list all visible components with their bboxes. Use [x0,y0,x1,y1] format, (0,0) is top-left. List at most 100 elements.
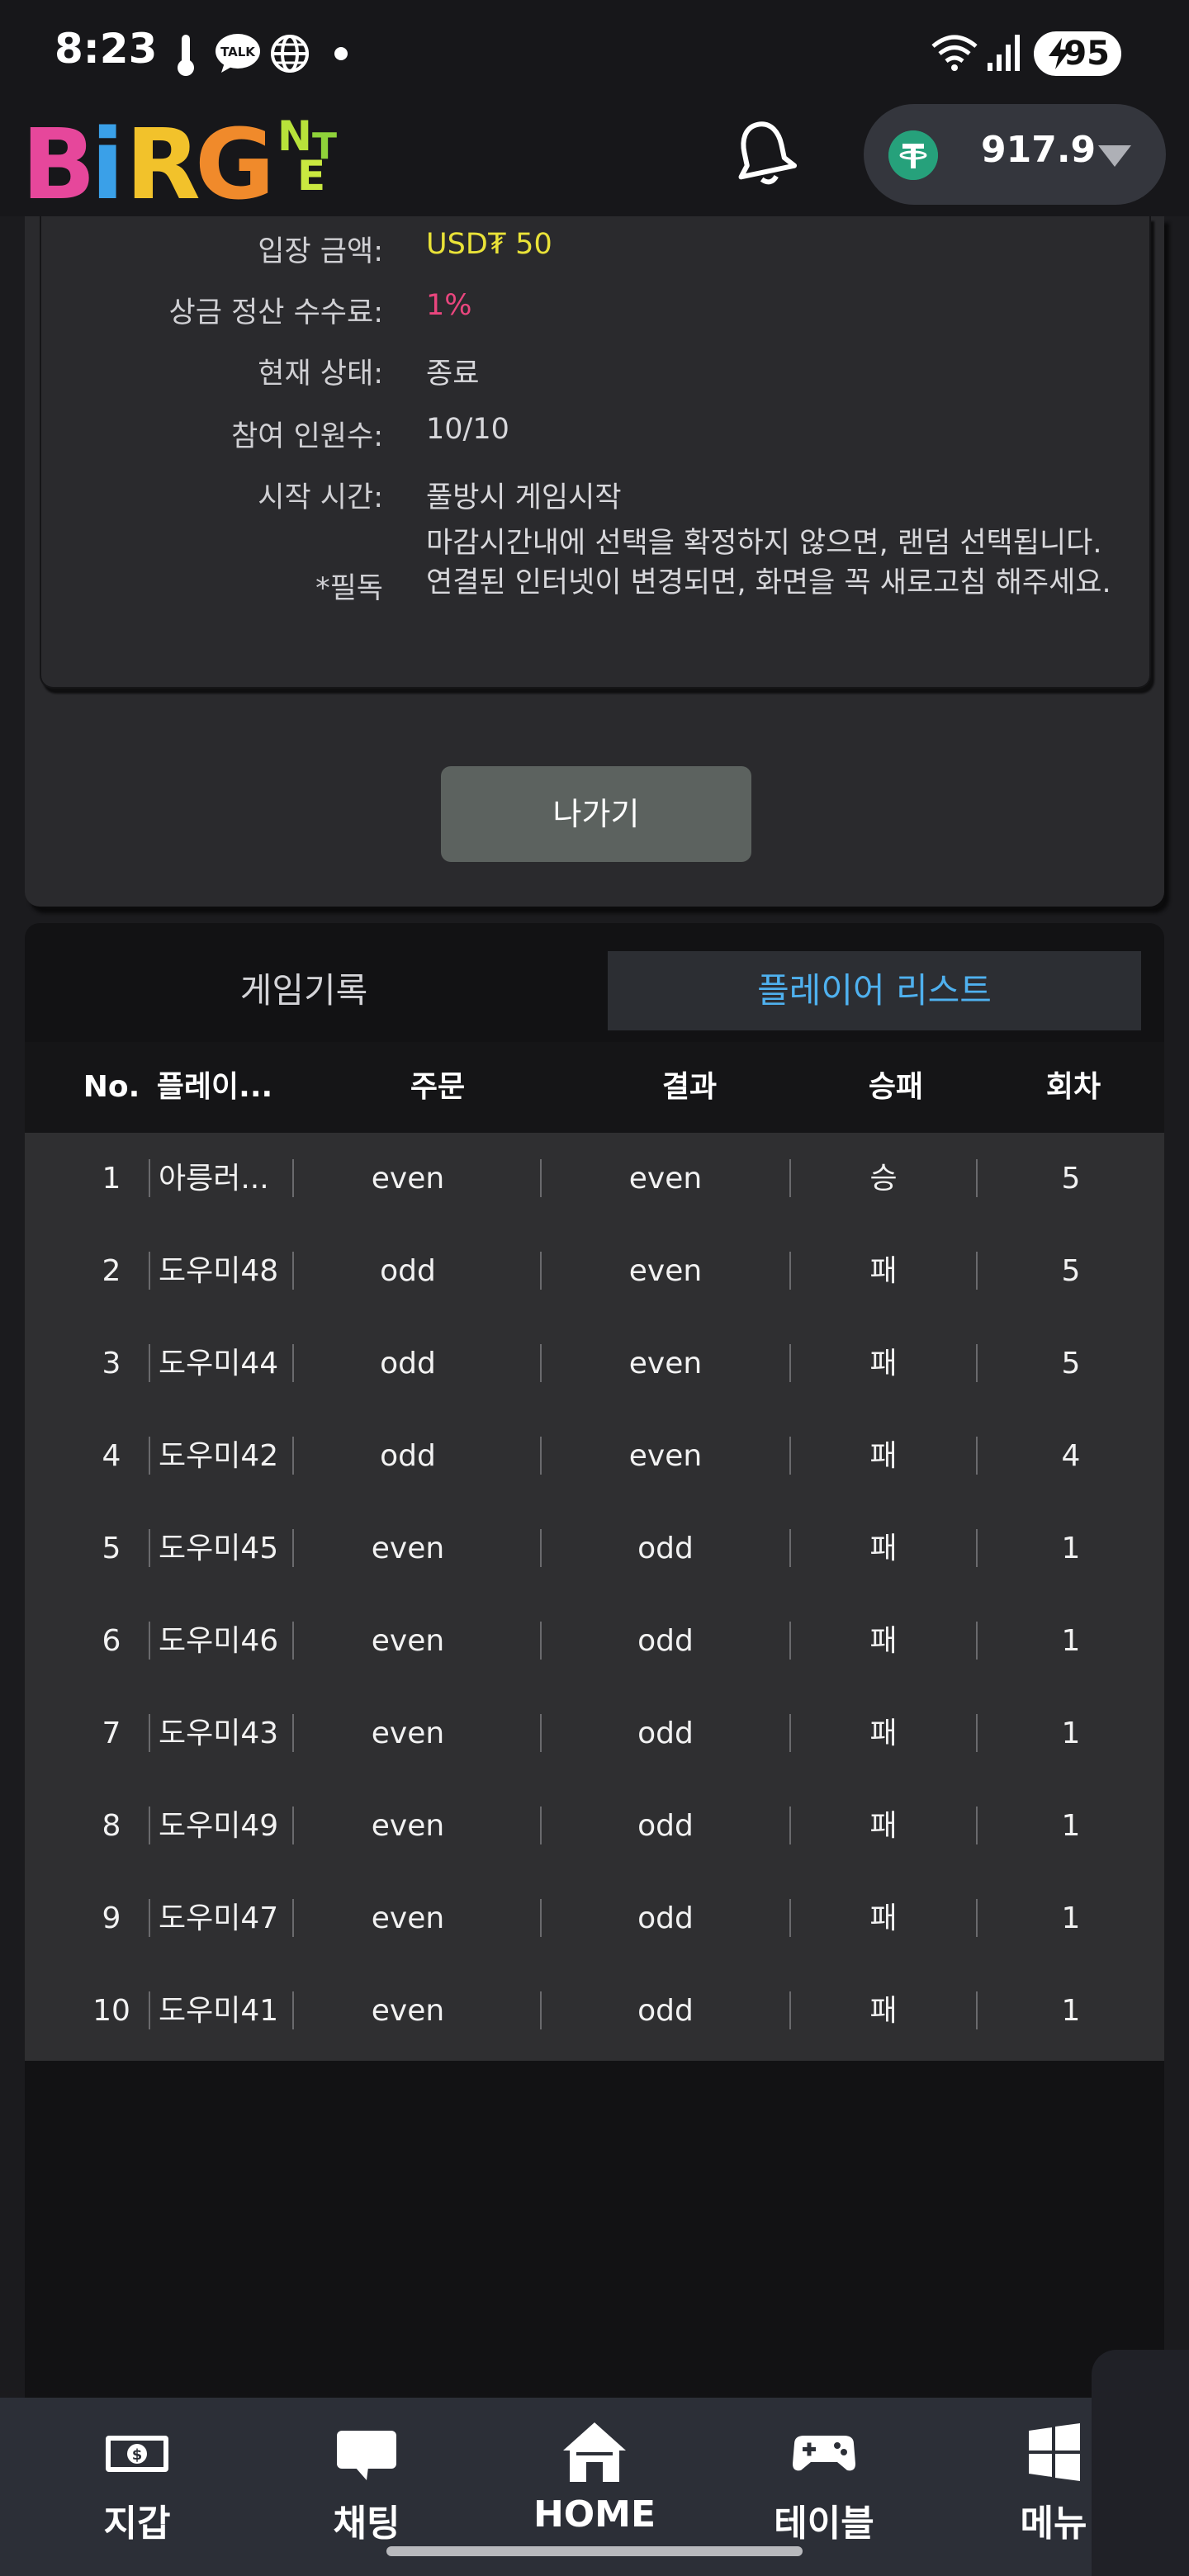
cell-result: even [628,1162,703,1196]
table-row[interactable]: 1 아릉러... even even 승 5 [25,1133,1164,1225]
talk-icon: TALK [216,34,260,73]
cell-order: even [371,1624,445,1658]
nav-table-label: 테이블 [774,2503,874,2545]
cell-round: 5 [1061,1254,1081,1288]
table-row[interactable]: 9 도우미47 even odd 패 1 [25,1873,1164,1965]
svg-text:R: R [126,107,201,210]
charging-bolt-icon [1049,38,1070,69]
svg-text:TALK: TALK [220,45,256,59]
cell-player: 도우미46 [159,1624,279,1658]
nav-home[interactable]: HOME [504,2414,685,2546]
cell-order: even [371,1717,445,1750]
cell-player: 도우미42 [159,1439,279,1473]
column-order: 주문 [410,1070,466,1104]
menu-grid-icon [1029,2423,1080,2481]
cell-order: even [371,1994,445,2028]
table-row[interactable]: 3 도우미44 odd even 패 5 [25,1318,1164,1410]
cell-player: 도우미48 [159,1254,279,1288]
tab-player-list[interactable]: 플레이어 리스트 [608,951,1141,1030]
cell-win-loss: 패 [869,1532,898,1565]
cell-round: 4 [1061,1439,1081,1473]
cell-order: odd [380,1347,436,1380]
cell-result: odd [637,1901,694,1935]
cell-player: 도우미44 [159,1347,279,1380]
column-player: 플레이... [156,1070,273,1104]
status-value: 종료 [426,358,480,391]
nav-chat[interactable]: 채팅 [276,2414,457,2546]
bell-icon[interactable] [727,116,801,190]
table-row[interactable]: 8 도우미49 even odd 패 1 [25,1780,1164,1873]
app-screen: { "status_bar": { "time": "8:23", "batte… [0,0,1189,2576]
nav-home-label: HOME [533,2493,656,2536]
cell-win-loss: 패 [869,1717,898,1750]
cell-win-loss: 승 [869,1162,898,1196]
cell-player: 도우미43 [159,1717,279,1750]
status-label: 현재 상태: [258,358,383,391]
table-row[interactable]: 5 도우미45 even odd 패 1 [25,1503,1164,1595]
wallet-icon: $ [106,2436,168,2472]
fee-rate-label: 상금 정산 수수료: [168,296,383,329]
table-row[interactable]: 4 도우미42 odd even 패 4 [25,1410,1164,1503]
gamepad-icon [793,2436,855,2471]
cell-result: even [628,1347,703,1380]
nav-wallet[interactable]: $ 지갑 [46,2414,228,2546]
tab-game-records[interactable]: 게임기록 [25,951,583,1030]
cell-win-loss: 패 [869,1254,898,1288]
table-row[interactable]: 7 도우미43 even odd 패 1 [25,1688,1164,1780]
table-row[interactable]: 10 도우미41 even odd 패 1 [25,1965,1164,2057]
cell-round: 1 [1061,1717,1081,1750]
cell-round: 1 [1061,1901,1081,1935]
start-time-label: 시작 시간: [258,481,383,514]
exit-button[interactable]: 나가기 [441,766,751,862]
chat-icon [337,2431,396,2480]
cell-result: odd [637,1717,694,1750]
participants-label: 참여 인원수: [231,420,383,453]
cell-round: 5 [1061,1347,1081,1380]
participants-value: 10/10 [426,413,509,446]
cell-player: 도우미47 [159,1901,279,1935]
nav-menu[interactable]: 메뉴 [963,2414,1144,2546]
cell-result: odd [637,1809,694,1843]
cell-win-loss: 패 [869,1347,898,1380]
cell-round: 1 [1061,1994,1081,2028]
column-result: 결과 [661,1070,718,1104]
cell-win-loss: 패 [869,1439,898,1473]
player-table-body: 1 아릉러... even even 승 5 2 도우미48 odd even … [25,1133,1164,2061]
cell-win-loss: 패 [869,1901,898,1935]
app-logo[interactable]: B i R G N T E [21,107,393,210]
table-row[interactable]: 6 도우미46 even odd 패 1 [25,1595,1164,1688]
cell-order: even [371,1162,445,1196]
nav-wallet-label: 지갑 [103,2503,171,2545]
wifi-icon [931,35,978,71]
nav-chat-label: 채팅 [333,2503,400,2545]
cell-round: 1 [1061,1809,1081,1843]
wallet-amount: 917.9 [981,129,1097,171]
svg-text:B: B [21,107,96,210]
home-indicator[interactable] [386,2546,803,2556]
cell-win-loss: 패 [869,1624,898,1658]
notice-label: *필독 [315,572,383,605]
notification-dot-icon [334,47,348,60]
cell-order: odd [380,1254,436,1288]
cell-order: even [371,1809,445,1843]
cell-result: odd [637,1532,694,1565]
nav-table[interactable]: 테이블 [733,2414,915,2546]
svg-text:i: i [91,107,124,210]
cell-player: 도우미45 [159,1532,279,1565]
signal-icon [988,35,1020,71]
fee-rate-value: 1% [426,289,472,322]
svg-text:E: E [297,152,325,200]
cell-round: 5 [1061,1162,1081,1196]
wallet-balance-dropdown[interactable]: 917.9 [864,104,1166,205]
cell-round: 1 [1061,1532,1081,1565]
table-row[interactable]: 2 도우미48 odd even 패 5 [25,1225,1164,1318]
table-header: No. 플레이... 주문 결과 승패 회차 [25,1042,1164,1133]
cell-order: even [371,1532,445,1565]
chevron-down-icon [1098,145,1131,167]
globe-icon [271,35,309,73]
column-round: 회차 [1045,1070,1101,1104]
entry-fee-label: 입장 금액: [258,235,383,268]
thermometer-icon [178,35,194,76]
cell-win-loss: 패 [869,1809,898,1843]
svg-text:G: G [195,107,275,210]
